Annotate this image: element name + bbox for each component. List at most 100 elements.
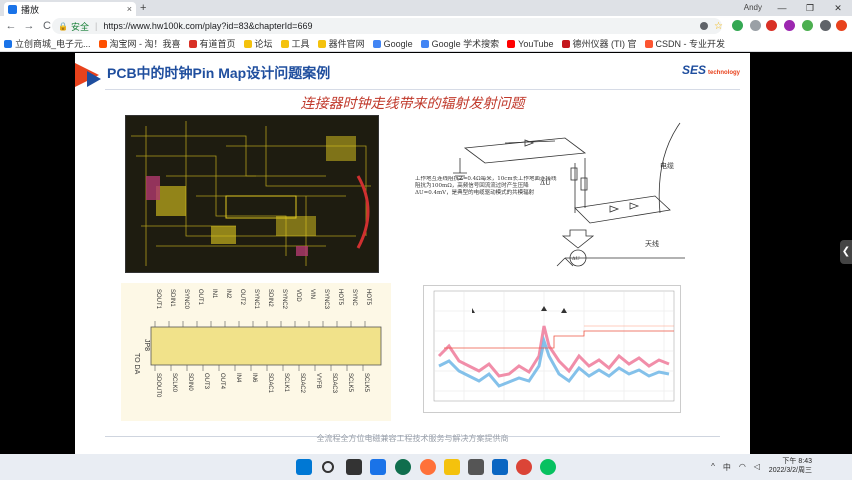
file-explorer-icon[interactable]: [444, 459, 460, 475]
bookmark-favicon-icon: [4, 39, 12, 48]
slide-subtitle: 连接器时钟走线带来的辐射发射问题: [300, 96, 525, 112]
pin-label-top: IN1: [211, 289, 217, 299]
emission-spectrum-plot: [423, 285, 681, 413]
new-tab-button[interactable]: +: [140, 2, 146, 14]
extension-icon[interactable]: [750, 20, 761, 31]
profile-name[interactable]: Andy: [744, 3, 762, 12]
firefox-icon[interactable]: [420, 459, 436, 475]
calculator-icon[interactable]: [468, 459, 484, 475]
pin-label-top: SYNC3: [323, 289, 329, 310]
pin-label-top: SDIN1: [169, 289, 175, 307]
pin-label-bottom: IN4: [235, 373, 241, 383]
delta-u-source-label: ΔU: [572, 256, 580, 262]
pin-label-top: SYNC2: [281, 289, 287, 310]
pin-label-bottom: SCLK5: [347, 373, 353, 393]
bookmark-item[interactable]: YouTube: [507, 39, 554, 49]
bookmark-favicon-icon: [372, 39, 381, 48]
page-content: PCB中的时钟Pin Map设计问题案例 SES technology 连接器时钟…: [0, 53, 852, 454]
bookmark-item[interactable]: 有道首页: [188, 37, 236, 50]
wifi-icon[interactable]: ◠: [739, 462, 746, 473]
chevron-up-icon[interactable]: ^: [711, 462, 715, 473]
app-icon[interactable]: [492, 459, 508, 475]
wechat-icon[interactable]: [540, 459, 556, 475]
ime-indicator[interactable]: 中: [723, 462, 731, 473]
presentation-slide: PCB中的时钟Pin Map设计问题案例 SES technology 连接器时钟…: [75, 53, 750, 454]
search-icon[interactable]: [322, 461, 334, 473]
browser-titlebar: 播放 × + Andy — ❐ ✕: [0, 0, 852, 16]
pin-label-top: SDIN2: [267, 289, 273, 307]
bookmark-favicon-icon: [98, 39, 107, 48]
pin-label-bottom: SDAC3: [331, 373, 337, 394]
task-view-icon[interactable]: [346, 459, 362, 475]
bookmark-label: 工具: [291, 39, 310, 49]
diagram-caption: 工作地互连线阻抗Z=0.4Ω每米，10cm长工作地面连接线阻抗为100mΩ，高频…: [415, 176, 557, 196]
extension-icon[interactable]: [820, 20, 831, 31]
pin-label-bottom: OUT4: [219, 373, 225, 390]
tab-title: 播放: [21, 4, 40, 15]
bookmark-item[interactable]: 立创商城_电子元...: [4, 37, 91, 50]
brand-logo: SES technology: [681, 63, 740, 77]
connector-pinmap: TO DA JP8 SOUT1 SDIN1 SYNC0 OUT1 IN1 IN2 OUT2 S…: [121, 283, 391, 421]
extension-shield-icon[interactable]: [732, 20, 743, 31]
bookmark-label: 论坛: [254, 39, 273, 49]
bookmark-item[interactable]: 德州仪器 (TI) 官: [561, 37, 637, 50]
header-divider: [105, 89, 740, 90]
back-button[interactable]: ←: [4, 20, 18, 32]
address-bar[interactable]: 🔒 安全 | https://www.hw100k.com/play?id=83…: [52, 18, 722, 34]
pin-label-bottom: SCLK0: [171, 373, 177, 393]
bookmark-item[interactable]: 工具: [280, 37, 310, 50]
key-icon[interactable]: [700, 22, 708, 30]
pin-label-top: SYNC0: [183, 289, 189, 310]
start-icon[interactable]: [296, 459, 312, 475]
pin-label-bottom: SDOUT0: [155, 373, 161, 398]
minimize-button[interactable]: —: [768, 0, 796, 16]
bookmark-favicon-icon: [507, 39, 516, 48]
app-icon[interactable]: [395, 459, 411, 475]
pin-label-top: VDD: [295, 289, 301, 302]
antenna-label: 天线: [645, 239, 659, 248]
extension-icon[interactable]: [766, 20, 777, 31]
pin-label-bottom: VYFB: [315, 373, 321, 389]
pin-label-top: VIN: [309, 289, 315, 299]
forward-button[interactable]: →: [22, 20, 36, 32]
bookmark-favicon-icon: [317, 39, 326, 48]
extension-icon[interactable]: [784, 20, 795, 31]
date-text: 2022/3/2/周三: [768, 467, 812, 474]
menu-icon[interactable]: [836, 20, 847, 31]
extension-icon[interactable]: [802, 20, 813, 31]
time-text: 下午 8:43: [782, 458, 812, 465]
bookmark-item[interactable]: Google 学术搜索: [420, 37, 499, 50]
bookmark-item[interactable]: Google: [372, 38, 413, 49]
pin-label-top: SYNC: [351, 289, 357, 306]
windows-taskbar: ^ 中 ◠ ◁ 下午 8:43 2022/3/2/周三: [0, 454, 852, 480]
maximize-button[interactable]: ❐: [796, 0, 824, 16]
pin-label-bottom: SDIN0: [187, 373, 193, 391]
pin-label-top: HOT5: [365, 289, 371, 306]
browser-tab[interactable]: 播放 ×: [4, 2, 136, 16]
pin-label-top: HOT5: [337, 289, 343, 306]
sidebar-toggle-button[interactable]: ❮: [840, 240, 852, 264]
bookmark-item[interactable]: 论坛: [243, 37, 273, 50]
bookmark-label: Google: [383, 38, 413, 49]
bookmark-item[interactable]: CSDN - 专业开发: [644, 37, 725, 50]
volume-icon[interactable]: ◁: [754, 462, 760, 473]
bookmark-label: 立创商城_电子元...: [15, 39, 91, 49]
pin-label-bottom: SDAC2: [299, 373, 305, 394]
star-icon[interactable]: ☆: [714, 21, 725, 32]
bookmark-favicon-icon: [188, 39, 197, 48]
bookmarks-bar: 立创商城_电子元... 淘宝网 - 淘！我喜 有道首页 论坛 工具 器件官网 Google G…: [0, 36, 852, 52]
close-window-button[interactable]: ✕: [824, 0, 852, 16]
bookmark-item[interactable]: 淘宝网 - 淘！我喜: [98, 37, 181, 50]
clock[interactable]: 下午 8:43 2022/3/2/周三: [769, 457, 812, 475]
tab-close-icon[interactable]: ×: [127, 4, 132, 14]
pin-label-top: SOUT1: [155, 289, 161, 310]
url-text[interactable]: https://www.hw100k.com/play?id=83&chapte…: [103, 21, 312, 31]
bookmark-item[interactable]: 器件官网: [317, 37, 365, 50]
chrome-icon[interactable]: [516, 459, 532, 475]
widgets-icon[interactable]: [370, 459, 386, 475]
browser-toolbar: ← → C 🔒 安全 | https://www.hw100k.com/play…: [0, 16, 852, 36]
pin-label-bottom: OUT3: [203, 373, 209, 390]
slide-footer: 全流程全方位电磁兼容工程技术服务与解决方案提供商: [316, 434, 509, 443]
cable-label: 电缆: [660, 161, 674, 170]
bookmark-favicon-icon: [644, 39, 653, 48]
